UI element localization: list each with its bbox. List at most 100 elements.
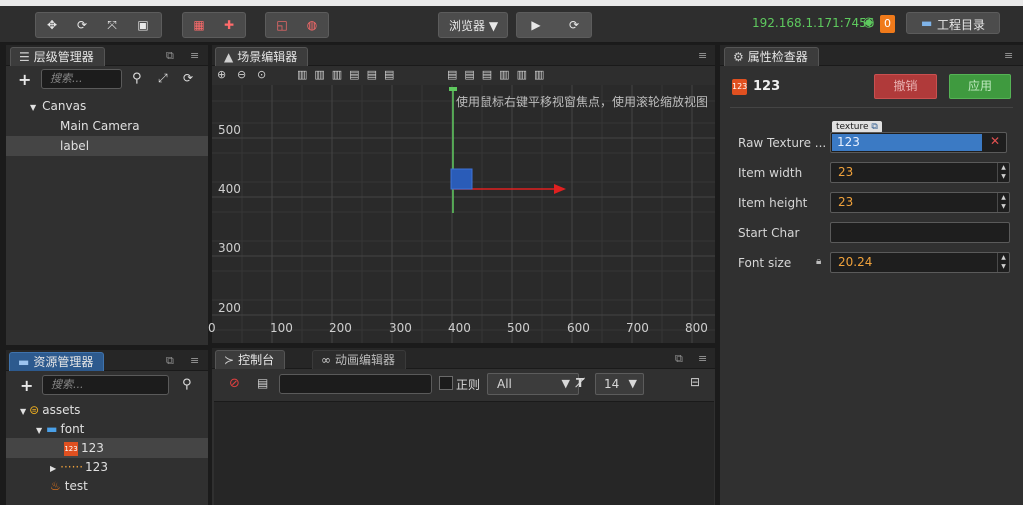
item-height-input[interactable]: 23 ▲ ▼: [830, 192, 1010, 213]
tree-node-canvas[interactable]: ▼ Canvas: [6, 96, 208, 116]
refresh-icon[interactable]: ⟳: [561, 13, 587, 37]
zoom-in-icon[interactable]: ⊕: [217, 68, 226, 81]
pivot-icon[interactable]: ▦: [186, 13, 212, 37]
panel-menu-icon[interactable]: ≡: [190, 49, 199, 62]
notification-badge[interactable]: 0: [880, 15, 895, 33]
project-dir-button[interactable]: ▬ 工程目录: [906, 12, 1000, 34]
tree-node-main-camera[interactable]: Main Camera: [6, 116, 208, 136]
inspector-tabbar: ⚙ 属性检查器 ≡: [720, 45, 1023, 66]
search-icon[interactable]: ⚲: [182, 377, 192, 392]
regex-checkbox[interactable]: [439, 376, 453, 390]
collapse-toggle-icon[interactable]: ⊟: [690, 375, 700, 389]
asset-scene-test[interactable]: ♨ test: [6, 476, 208, 496]
maximize-icon[interactable]: ⧉: [675, 352, 683, 366]
raw-texture-value: 123: [832, 134, 982, 151]
x-label-500: 500: [507, 321, 530, 335]
x-label-600: 600: [567, 321, 590, 335]
font-size-input[interactable]: 20.24 ▲ ▼: [830, 252, 1010, 273]
asset-name: 123: [753, 79, 781, 94]
zoom-reset-icon[interactable]: ⊙: [257, 68, 266, 81]
collapse-icon[interactable]: ⤢: [158, 71, 168, 86]
y-label-300: 300: [218, 241, 241, 255]
maximize-icon[interactable]: ⧉: [166, 49, 174, 63]
scene-viewport[interactable]: [212, 85, 715, 343]
chevron-down-icon: ▼: [628, 377, 637, 390]
console-font-size-select[interactable]: 14 ▼: [595, 373, 644, 395]
asset-bitmap-font-selected[interactable]: 123 123: [6, 438, 208, 458]
raw-texture-label: Raw Texture ...: [738, 136, 827, 150]
open-log-icon[interactable]: ▤: [257, 376, 268, 390]
item-height-value: 23: [838, 195, 854, 209]
expand-arrow-icon: ▼: [20, 407, 27, 416]
y-axis-handle-cap[interactable]: [449, 87, 457, 91]
log-level-select[interactable]: All ▼: [487, 373, 579, 395]
add-asset-icon[interactable]: +: [20, 376, 33, 395]
folder-icon: ▬: [18, 355, 30, 369]
console-filter-input[interactable]: [279, 374, 432, 394]
zoom-out-icon[interactable]: ⊖: [237, 68, 246, 81]
assets-search-input[interactable]: 搜索...: [42, 375, 169, 395]
global-icon[interactable]: ◍: [299, 13, 325, 37]
item-width-label: Item width: [738, 166, 803, 180]
x-label-100: 100: [270, 321, 293, 335]
panel-menu-icon[interactable]: ≡: [698, 352, 707, 365]
apply-button[interactable]: 应用: [949, 74, 1011, 99]
tree-node-label-selected[interactable]: label: [6, 136, 208, 156]
browser-select-label: 浏览器 ▼: [449, 19, 499, 33]
tab-inspector[interactable]: ⚙ 属性检查器: [724, 47, 819, 66]
tab-assets-label: 资源管理器: [33, 355, 94, 369]
tab-animation-editor[interactable]: ∞ 动画编辑器: [312, 350, 407, 369]
search-icon[interactable]: ⚲: [132, 71, 142, 86]
scene-icon: ▲: [224, 50, 234, 64]
asset-assets-folder[interactable]: ▼ ⊜ assets: [6, 400, 208, 420]
font-size-label: Font size: [738, 256, 792, 270]
panel-menu-icon[interactable]: ≡: [190, 354, 199, 367]
scale-tool-icon[interactable]: ⤧: [99, 13, 125, 37]
font-size-stepper[interactable]: ▲ ▼: [997, 253, 1009, 272]
add-node-icon[interactable]: +: [18, 70, 31, 89]
texture-tag-label: texture: [836, 122, 869, 132]
inspector-panel: ⚙ 属性检查器 ≡ 123 123 撤销 应用 texture ⧉ Raw Tex…: [720, 45, 1023, 505]
clear-console-icon[interactable]: ⊘: [229, 376, 240, 391]
raw-texture-field[interactable]: 123 ✕: [830, 132, 1007, 153]
scene-menu-icon[interactable]: ≡: [698, 49, 707, 62]
rotate-tool-icon[interactable]: ⟳: [69, 13, 95, 37]
tab-hierarchy[interactable]: ☰ 层级管理器: [10, 47, 105, 66]
inspector-menu-icon[interactable]: ≡: [1004, 49, 1013, 62]
move-tool-icon[interactable]: ✥: [39, 13, 65, 37]
preview-group: ▶ ⟳: [516, 12, 592, 38]
y-label-500: 500: [218, 123, 241, 137]
maximize-icon[interactable]: ⧉: [166, 354, 174, 368]
align-icons[interactable]: ▥▥▥▤▤▤: [297, 68, 401, 81]
hierarchy-search-input[interactable]: 搜索...: [41, 69, 122, 89]
tab-assets[interactable]: ▬ 资源管理器: [9, 352, 105, 371]
asset-font-folder[interactable]: ▼ ▬ font: [6, 419, 208, 439]
asset-font-file[interactable]: ▶ ······ 123: [6, 457, 208, 477]
y-label-200: 200: [218, 301, 241, 315]
browser-select[interactable]: 浏览器 ▼: [438, 12, 508, 38]
assets-tabbar: ▬ 资源管理器 ⧉ ≡: [6, 350, 208, 371]
clear-texture-icon[interactable]: ✕: [990, 134, 1000, 148]
center-icon[interactable]: ✚: [216, 13, 242, 37]
start-char-input[interactable]: [830, 222, 1010, 243]
animation-icon: ∞: [321, 353, 331, 367]
rect-tool-icon[interactable]: ▣: [130, 13, 156, 37]
scene-panel: ▲ 场景编辑器 ≡ ⊕ ⊖ ⊙ ▥▥▥▤▤▤ ▤▤▤▥▥▥ 使用鼠标右键平移视窗…: [208, 45, 715, 343]
item-width-value: 23: [838, 165, 854, 179]
refresh-hierarchy-icon[interactable]: ⟳: [183, 71, 193, 85]
x-label-300: 300: [389, 321, 412, 335]
console-output[interactable]: [214, 401, 714, 505]
tab-scene-editor[interactable]: ▲ 场景编辑器: [215, 47, 309, 66]
distribute-icons[interactable]: ▤▤▤▥▥▥: [447, 68, 551, 81]
item-height-stepper[interactable]: ▲ ▼: [997, 193, 1009, 212]
revert-button[interactable]: 撤销: [874, 74, 937, 99]
tab-console[interactable]: ≻ 控制台: [215, 350, 286, 369]
item-width-stepper[interactable]: ▲ ▼: [997, 163, 1009, 182]
asset-label: 123: [81, 441, 104, 455]
tab-console-label: 控制台: [238, 353, 275, 367]
local-icon[interactable]: ◱: [269, 13, 295, 37]
play-icon[interactable]: ▶: [523, 13, 549, 37]
external-link-icon[interactable]: ⧉: [871, 122, 877, 132]
selected-node-rect[interactable]: [450, 168, 473, 190]
item-width-input[interactable]: 23 ▲ ▼: [830, 162, 1010, 183]
